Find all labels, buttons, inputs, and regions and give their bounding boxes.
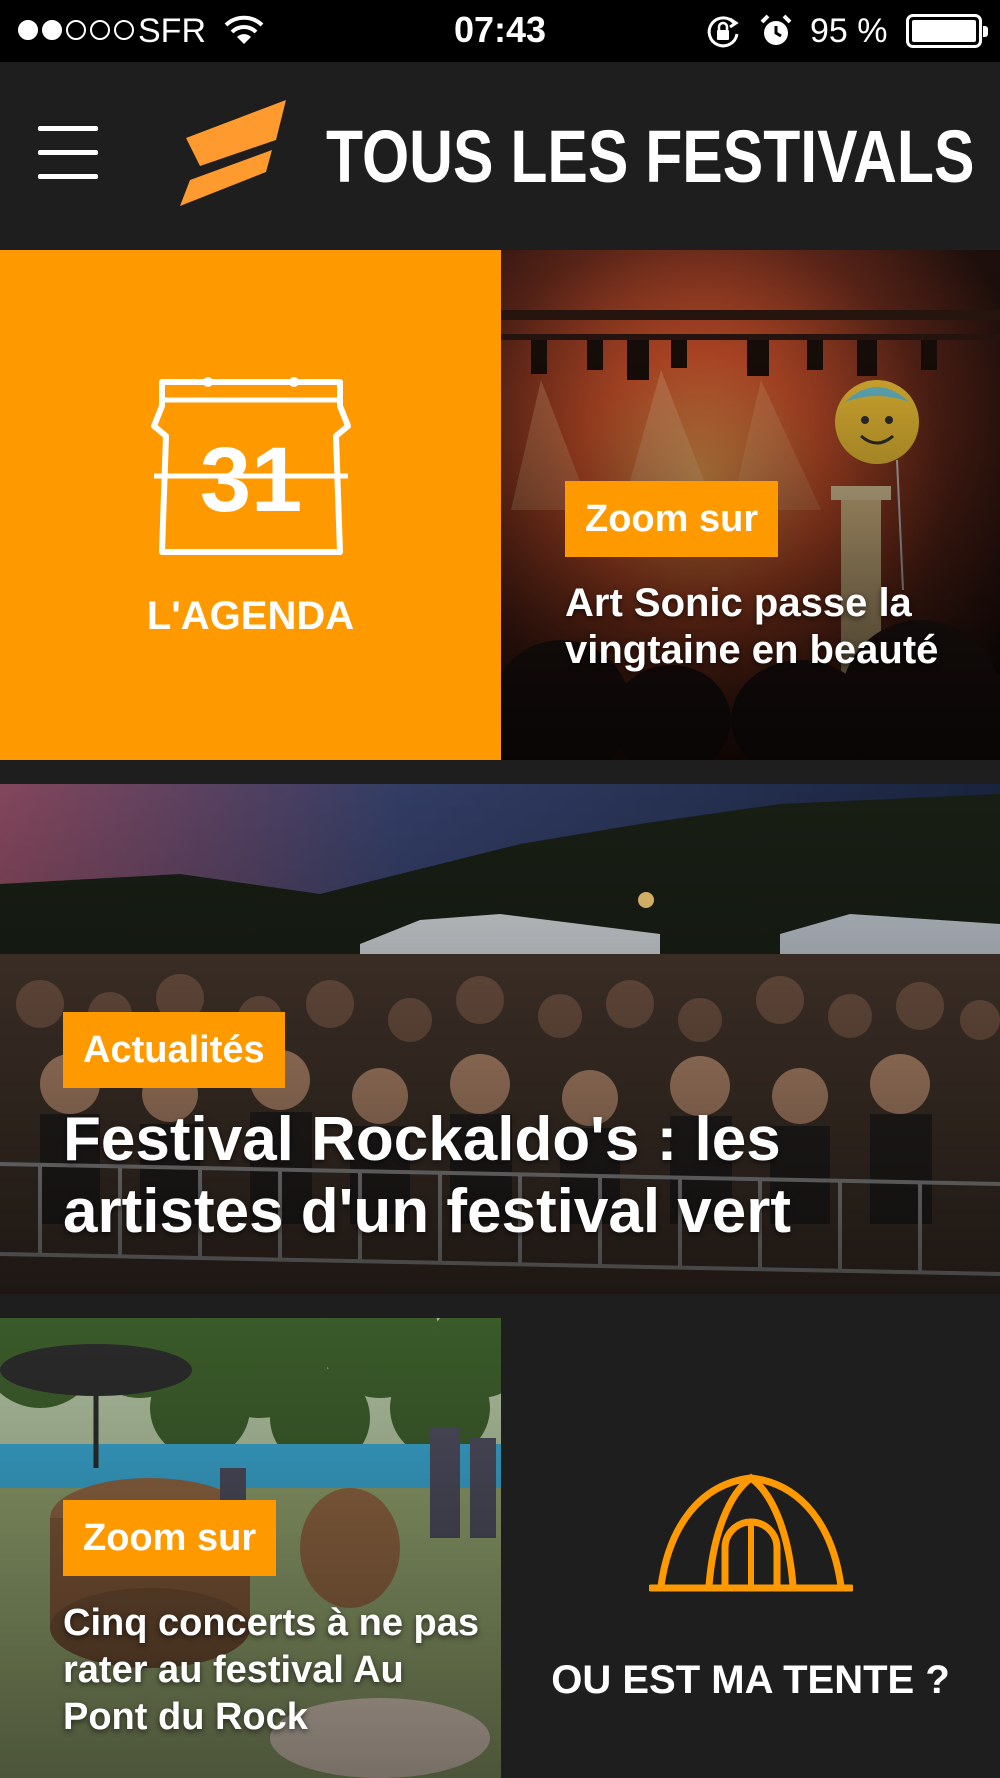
hamburger-menu-icon[interactable] <box>38 126 100 182</box>
rotation-lock-icon <box>707 16 739 48</box>
agenda-tile[interactable]: 31 L'AGENDA <box>0 250 501 760</box>
article-tile-art-sonic[interactable]: Zoom sur Art Sonic passe la vingtaine en… <box>501 250 1000 760</box>
festival-logo-icon[interactable] <box>180 100 290 206</box>
agenda-label: L'AGENDA <box>146 594 355 638</box>
app-title: TOUS LES FESTIVALS <box>326 115 975 198</box>
tent-icon <box>649 1473 853 1592</box>
category-badge: Actualités <box>63 1012 285 1088</box>
article-tile-rockaldo[interactable]: Actualités Festival Rockaldo's : les art… <box>0 784 1000 1294</box>
battery-icon <box>906 14 988 48</box>
category-badge: Zoom sur <box>63 1500 277 1576</box>
alarm-icon <box>760 14 792 45</box>
article-tile-pont-du-rock[interactable]: Zoom sur Cinq concerts à ne pas rater au… <box>0 1318 501 1778</box>
app-header: TOUS LES FESTIVALS <box>0 62 1000 250</box>
find-my-tent-label: OU EST MA TENTE ? <box>551 1658 950 1702</box>
find-my-tent-tile[interactable]: OU EST MA TENTE ? <box>501 1318 1000 1778</box>
status-bar: SFR 07:43 95 % <box>0 0 1000 62</box>
calendar-icon-text: 31 <box>200 429 302 531</box>
article-title: Cinq concerts à ne pas rater au festival… <box>63 1602 480 1738</box>
article-title: Art Sonic passe la vingtaine en beauté <box>565 581 939 672</box>
calendar-icon: 31 <box>151 377 351 555</box>
battery-percent: 95 % <box>810 12 888 50</box>
category-badge: Zoom sur <box>565 481 779 557</box>
article-title: Festival Rockaldo's : les artistes d'un … <box>63 1105 792 1246</box>
